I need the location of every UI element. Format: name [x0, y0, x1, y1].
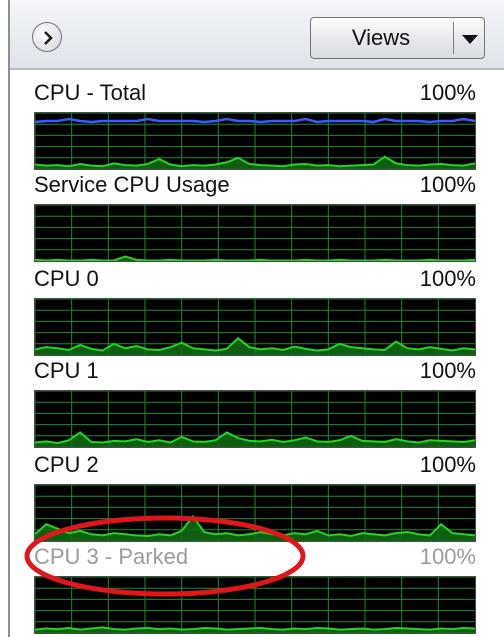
views-label: Views — [351, 25, 411, 50]
cpu-panel: Views CPU - Total 100% Service CPU Usage… — [8, 0, 504, 637]
cpu-percent: 100% — [419, 452, 476, 477]
cpu-usage-graph — [34, 112, 476, 170]
cpu-label: CPU 2 — [34, 452, 99, 477]
cpu-percent: 100% — [419, 172, 476, 197]
cpu-percent: 100% — [419, 544, 476, 569]
cpu-usage-graph — [34, 298, 476, 356]
views-button[interactable]: Views — [310, 17, 485, 59]
cpu-percent: 100% — [419, 80, 476, 105]
cpu-percent: 100% — [419, 358, 476, 383]
cpu-label: CPU 1 — [34, 358, 99, 383]
graph-canvas — [35, 205, 475, 261]
graph-canvas — [35, 113, 475, 169]
cpu-label: Service CPU Usage — [34, 172, 230, 197]
cpu-label: CPU 0 — [34, 266, 99, 291]
graph-canvas — [35, 299, 475, 355]
triangle-down-icon[interactable] — [458, 25, 482, 51]
cpu-percent: 100% — [419, 266, 476, 291]
toolbar: Views — [10, 0, 504, 70]
views-separator — [453, 22, 454, 54]
cpu-usage-graph — [34, 204, 476, 262]
annotation-ellipse — [24, 515, 306, 597]
chevron-right-icon[interactable] — [32, 22, 62, 52]
cpu-usage-graph — [34, 390, 476, 448]
cpu-label: CPU - Total — [34, 80, 147, 105]
graph-canvas — [35, 391, 475, 447]
